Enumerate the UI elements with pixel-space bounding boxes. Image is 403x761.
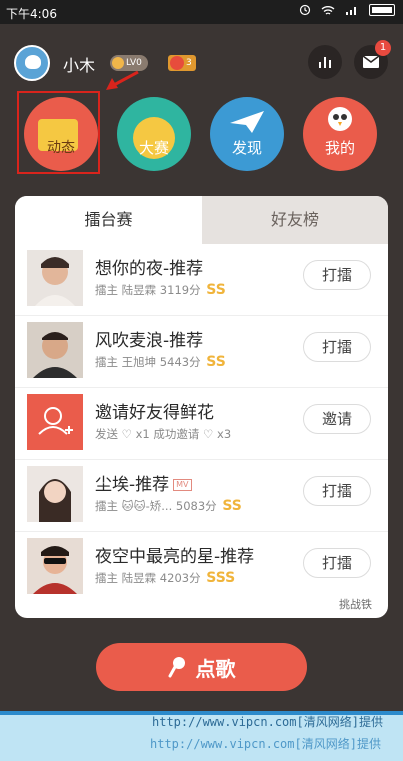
shortcut-mine[interactable]: 我的 xyxy=(303,97,377,171)
request-song-button[interactable]: 点歌 xyxy=(96,643,307,691)
song-meta: 擂主 🐱🐱-矫... 5083分 SS xyxy=(95,498,242,514)
challenge-button[interactable]: 打擂 xyxy=(303,332,371,362)
song-meta-text: 擂主 陆昱霖 3119分 xyxy=(95,283,201,297)
thumbnail-image xyxy=(27,466,83,522)
shortcut-label: 发现 xyxy=(231,139,262,157)
thumbnail-image xyxy=(27,322,83,378)
challenge-button[interactable]: 打擂 xyxy=(303,476,371,506)
bird-icon xyxy=(328,107,352,131)
signal-icon xyxy=(346,6,356,15)
gift-badge: 3 xyxy=(168,55,196,71)
song-meta-text: 擂主 🐱🐱-矫... 5083分 xyxy=(95,499,217,513)
list-item[interactable]: 风吹麦浪-推荐 擂主 王旭坤 5443分 SS 打擂 xyxy=(15,316,388,388)
list-item[interactable]: 邀请好友得鲜花 发送 ♡ x1 成功邀请 ♡ x3 邀请 xyxy=(15,388,388,460)
challenge-button[interactable]: 打擂 xyxy=(303,260,371,290)
user-avatar[interactable] xyxy=(14,45,50,81)
grade-badge: SS xyxy=(222,498,242,514)
level-badge: LV0 xyxy=(110,55,148,71)
grade-badge: SS xyxy=(206,282,226,298)
challenge-button[interactable]: 打擂 xyxy=(303,548,371,578)
status-bar: 下午4:06 xyxy=(0,0,403,24)
watermark-text: http://www.vipcn.com[清风网络]提供 xyxy=(152,715,383,729)
list-item[interactable]: 尘埃-推荐 MV 擂主 🐱🐱-矫... 5083分 SS 打擂 xyxy=(15,460,388,532)
microphone-icon xyxy=(168,657,185,678)
request-song-label: 点歌 xyxy=(195,656,236,681)
shortcut-label: 我的 xyxy=(324,139,355,157)
grade-badge: SS xyxy=(206,354,226,370)
wifi-icon xyxy=(321,5,335,15)
battery-icon xyxy=(369,4,395,16)
tab-arena[interactable]: 擂台赛 xyxy=(15,196,202,244)
grade-badge: SSS xyxy=(206,570,236,586)
song-meta: 擂主 王旭坤 5443分 SS xyxy=(95,354,226,370)
notification-count-badge: 1 xyxy=(375,40,391,56)
clock: 下午4:06 xyxy=(6,7,57,21)
envelope-icon xyxy=(362,55,380,68)
song-title: 尘埃-推荐 MV xyxy=(95,470,192,495)
song-meta: 擂主 陆昱霖 4203分 SSS xyxy=(95,570,235,586)
list-item[interactable]: 夜空中最亮的星-推荐 擂主 陆昱霖 4203分 SSS 打擂 xyxy=(15,532,388,603)
add-user-icon xyxy=(38,407,73,435)
invite-button[interactable]: 邀请 xyxy=(303,404,371,434)
alarm-icon xyxy=(299,4,311,16)
annotation-highlight-box xyxy=(17,91,100,174)
shortcut-label: 大赛 xyxy=(138,139,169,157)
invite-title: 邀请好友得鲜花 xyxy=(95,403,214,423)
song-title: 夜空中最亮的星-推荐 xyxy=(95,547,255,567)
list-item[interactable]: 想你的夜-推荐 擂主 陆昱霖 3119分 SS 打擂 xyxy=(15,244,388,316)
app-screen: 小木 LV0 3 1 动态 大赛 发现 我的 擂台赛 好友榜 想你的夜-推荐 擂… xyxy=(0,24,403,714)
tab-friends[interactable]: 好友榜 xyxy=(202,196,388,244)
invite-tile xyxy=(27,394,83,450)
ranking-button[interactable] xyxy=(308,45,342,79)
annotation-arrow-icon xyxy=(106,70,139,90)
invite-meta: 发送 ♡ x1 成功邀请 ♡ x3 xyxy=(95,427,232,441)
mv-badge: MV xyxy=(173,479,192,491)
shortcut-contest[interactable]: 大赛 xyxy=(117,97,191,171)
watermark-banner: http://www.vipcn.com[清风网络]提供 http://www.… xyxy=(0,711,403,761)
tab-bar: 擂台赛 好友榜 xyxy=(15,196,388,244)
song-meta-text: 擂主 陆昱霖 4203分 xyxy=(95,571,201,585)
song-title-text: 尘埃-推荐 xyxy=(95,475,170,495)
paper-plane-icon xyxy=(230,111,264,133)
song-meta-text: 擂主 王旭坤 5443分 xyxy=(95,355,201,369)
status-icons xyxy=(299,4,395,16)
thumbnail-image xyxy=(27,538,83,594)
song-meta: 擂主 陆昱霖 3119分 SS xyxy=(95,282,226,298)
challenge-more-link[interactable]: 挑战铁 xyxy=(339,596,372,612)
watermark-text: http://www.vipcn.com[清风网络]提供 xyxy=(150,737,381,751)
bar-chart-icon xyxy=(319,57,331,68)
song-title: 想你的夜-推荐 xyxy=(95,259,204,279)
thumbnail-image xyxy=(27,250,83,306)
shortcut-discover[interactable]: 发现 xyxy=(210,97,284,171)
leaderboard-card: 擂台赛 好友榜 想你的夜-推荐 擂主 陆昱霖 3119分 SS 打擂 风吹麦浪-… xyxy=(15,196,388,618)
username[interactable]: 小木 xyxy=(63,52,95,76)
song-title: 风吹麦浪-推荐 xyxy=(95,331,204,351)
top-bar: 小木 LV0 3 1 xyxy=(0,40,403,82)
